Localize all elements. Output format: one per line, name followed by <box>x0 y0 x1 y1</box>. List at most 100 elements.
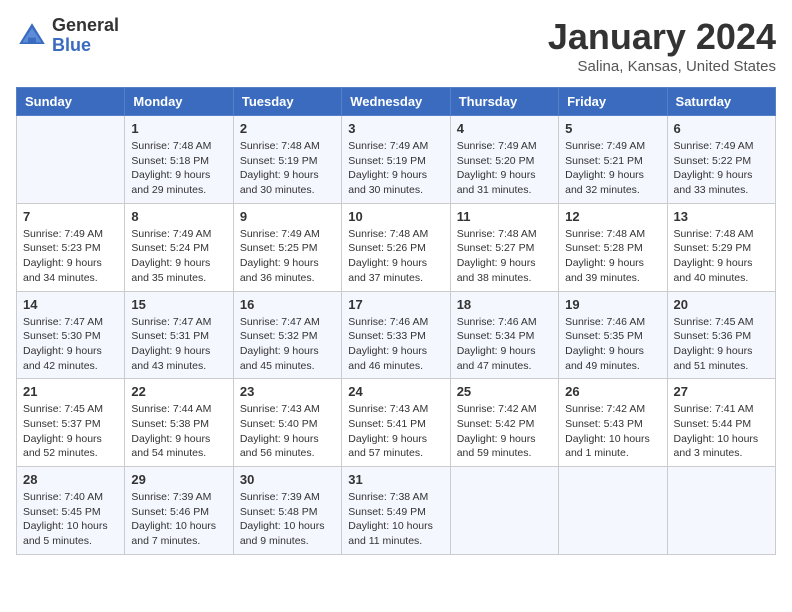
calendar-cell <box>559 467 667 555</box>
day-info: Sunrise: 7:46 AMSunset: 5:34 PMDaylight:… <box>457 315 552 374</box>
calendar-cell: 28 Sunrise: 7:40 AMSunset: 5:45 PMDayligh… <box>17 467 125 555</box>
day-number: 22 <box>131 384 226 399</box>
day-number: 17 <box>348 297 443 312</box>
calendar-cell: 5 Sunrise: 7:49 AMSunset: 5:21 PMDaylight… <box>559 116 667 204</box>
header-sunday: Sunday <box>17 88 125 116</box>
day-info: Sunrise: 7:47 AMSunset: 5:31 PMDaylight:… <box>131 315 226 374</box>
day-number: 29 <box>131 472 226 487</box>
day-number: 4 <box>457 121 552 136</box>
day-number: 27 <box>674 384 769 399</box>
calendar-cell: 1 Sunrise: 7:48 AMSunset: 5:18 PMDaylight… <box>125 116 233 204</box>
logo-blue-text: Blue <box>52 36 119 56</box>
day-info: Sunrise: 7:49 AMSunset: 5:24 PMDaylight:… <box>131 227 226 286</box>
day-info: Sunrise: 7:48 AMSunset: 5:27 PMDaylight:… <box>457 227 552 286</box>
calendar-cell: 25 Sunrise: 7:42 AMSunset: 5:42 PMDayligh… <box>450 379 558 467</box>
day-info: Sunrise: 7:43 AMSunset: 5:41 PMDaylight:… <box>348 402 443 461</box>
day-number: 26 <box>565 384 660 399</box>
header-saturday: Saturday <box>667 88 775 116</box>
day-number: 21 <box>23 384 118 399</box>
calendar-cell: 21 Sunrise: 7:45 AMSunset: 5:37 PMDayligh… <box>17 379 125 467</box>
day-info: Sunrise: 7:45 AMSunset: 5:37 PMDaylight:… <box>23 402 118 461</box>
logo-general-text: General <box>52 16 119 36</box>
day-number: 8 <box>131 209 226 224</box>
day-number: 30 <box>240 472 335 487</box>
title-block: January 2024 Salina, Kansas, United Stat… <box>548 16 776 75</box>
day-info: Sunrise: 7:47 AMSunset: 5:32 PMDaylight:… <box>240 315 335 374</box>
day-info: Sunrise: 7:44 AMSunset: 5:38 PMDaylight:… <box>131 402 226 461</box>
calendar-cell: 6Sunrise: 7:49 AMSunset: 5:22 PMDaylight… <box>667 116 775 204</box>
day-info: Sunrise: 7:41 AMSunset: 5:44 PMDaylight:… <box>674 402 769 461</box>
day-info: Sunrise: 7:49 AMSunset: 5:21 PMDaylight:… <box>565 139 660 198</box>
calendar-cell: 7 Sunrise: 7:49 AMSunset: 5:23 PMDaylight… <box>17 203 125 291</box>
day-info: Sunrise: 7:48 AMSunset: 5:18 PMDaylight:… <box>131 139 226 198</box>
calendar-cell <box>17 116 125 204</box>
logo-text: General Blue <box>52 16 119 56</box>
calendar-cell: 14Sunrise: 7:47 AMSunset: 5:30 PMDayligh… <box>17 291 125 379</box>
calendar-cell: 11 Sunrise: 7:48 AMSunset: 5:27 PMDayligh… <box>450 203 558 291</box>
day-info: Sunrise: 7:39 AMSunset: 5:48 PMDaylight:… <box>240 490 335 549</box>
calendar-cell: 16 Sunrise: 7:47 AMSunset: 5:32 PMDayligh… <box>233 291 341 379</box>
day-number: 13 <box>674 209 769 224</box>
day-info: Sunrise: 7:39 AMSunset: 5:46 PMDaylight:… <box>131 490 226 549</box>
calendar-cell: 31Sunrise: 7:38 AMSunset: 5:49 PMDayligh… <box>342 467 450 555</box>
day-info: Sunrise: 7:46 AMSunset: 5:33 PMDaylight:… <box>348 315 443 374</box>
day-number: 7 <box>23 209 118 224</box>
day-number: 20 <box>674 297 769 312</box>
page-header: General Blue January 2024 Salina, Kansas… <box>16 16 776 75</box>
calendar-table: Sunday Monday Tuesday Wednesday Thursday… <box>16 87 776 555</box>
calendar-week-row: 21 Sunrise: 7:45 AMSunset: 5:37 PMDayligh… <box>17 379 776 467</box>
day-number: 16 <box>240 297 335 312</box>
day-info: Sunrise: 7:38 AMSunset: 5:49 PMDaylight:… <box>348 490 443 549</box>
day-info: Sunrise: 7:47 AMSunset: 5:30 PMDaylight:… <box>23 315 118 374</box>
day-number: 11 <box>457 209 552 224</box>
day-number: 25 <box>457 384 552 399</box>
logo-icon <box>16 20 48 52</box>
calendar-location: Salina, Kansas, United States <box>548 58 776 75</box>
calendar-cell: 4 Sunrise: 7:49 AMSunset: 5:20 PMDaylight… <box>450 116 558 204</box>
calendar-cell: 3 Sunrise: 7:49 AMSunset: 5:19 PMDaylight… <box>342 116 450 204</box>
calendar-cell: 13Sunrise: 7:48 AMSunset: 5:29 PMDayligh… <box>667 203 775 291</box>
calendar-cell: 23 Sunrise: 7:43 AMSunset: 5:40 PMDayligh… <box>233 379 341 467</box>
day-number: 3 <box>348 121 443 136</box>
day-info: Sunrise: 7:42 AMSunset: 5:42 PMDaylight:… <box>457 402 552 461</box>
day-info: Sunrise: 7:48 AMSunset: 5:26 PMDaylight:… <box>348 227 443 286</box>
day-number: 12 <box>565 209 660 224</box>
calendar-cell: 24 Sunrise: 7:43 AMSunset: 5:41 PMDayligh… <box>342 379 450 467</box>
calendar-cell: 29 Sunrise: 7:39 AMSunset: 5:46 PMDayligh… <box>125 467 233 555</box>
day-number: 9 <box>240 209 335 224</box>
calendar-cell: 9Sunrise: 7:49 AMSunset: 5:25 PMDaylight… <box>233 203 341 291</box>
day-info: Sunrise: 7:49 AMSunset: 5:20 PMDaylight:… <box>457 139 552 198</box>
day-info: Sunrise: 7:43 AMSunset: 5:40 PMDaylight:… <box>240 402 335 461</box>
day-number: 23 <box>240 384 335 399</box>
day-info: Sunrise: 7:40 AMSunset: 5:45 PMDaylight:… <box>23 490 118 549</box>
calendar-cell: 2Sunrise: 7:48 AMSunset: 5:19 PMDaylight… <box>233 116 341 204</box>
calendar-cell: 17 Sunrise: 7:46 AMSunset: 5:33 PMDayligh… <box>342 291 450 379</box>
calendar-week-row: 14Sunrise: 7:47 AMSunset: 5:30 PMDayligh… <box>17 291 776 379</box>
day-info: Sunrise: 7:49 AMSunset: 5:19 PMDaylight:… <box>348 139 443 198</box>
day-info: Sunrise: 7:49 AMSunset: 5:23 PMDaylight:… <box>23 227 118 286</box>
header-wednesday: Wednesday <box>342 88 450 116</box>
calendar-cell: 10 Sunrise: 7:48 AMSunset: 5:26 PMDayligh… <box>342 203 450 291</box>
calendar-week-row: 7 Sunrise: 7:49 AMSunset: 5:23 PMDaylight… <box>17 203 776 291</box>
calendar-cell: 20Sunrise: 7:45 AMSunset: 5:36 PMDayligh… <box>667 291 775 379</box>
day-info: Sunrise: 7:48 AMSunset: 5:28 PMDaylight:… <box>565 227 660 286</box>
day-number: 5 <box>565 121 660 136</box>
day-number: 28 <box>23 472 118 487</box>
weekday-header-row: Sunday Monday Tuesday Wednesday Thursday… <box>17 88 776 116</box>
logo: General Blue <box>16 16 119 56</box>
calendar-cell: 27 Sunrise: 7:41 AMSunset: 5:44 PMDayligh… <box>667 379 775 467</box>
calendar-cell: 15Sunrise: 7:47 AMSunset: 5:31 PMDayligh… <box>125 291 233 379</box>
calendar-cell <box>450 467 558 555</box>
header-monday: Monday <box>125 88 233 116</box>
day-number: 19 <box>565 297 660 312</box>
day-number: 6 <box>674 121 769 136</box>
header-friday: Friday <box>559 88 667 116</box>
day-number: 10 <box>348 209 443 224</box>
calendar-cell: 26Sunrise: 7:42 AMSunset: 5:43 PMDayligh… <box>559 379 667 467</box>
calendar-week-row: 1 Sunrise: 7:48 AMSunset: 5:18 PMDaylight… <box>17 116 776 204</box>
day-number: 24 <box>348 384 443 399</box>
calendar-week-row: 28 Sunrise: 7:40 AMSunset: 5:45 PMDayligh… <box>17 467 776 555</box>
day-number: 1 <box>131 121 226 136</box>
calendar-cell: 22 Sunrise: 7:44 AMSunset: 5:38 PMDayligh… <box>125 379 233 467</box>
header-tuesday: Tuesday <box>233 88 341 116</box>
